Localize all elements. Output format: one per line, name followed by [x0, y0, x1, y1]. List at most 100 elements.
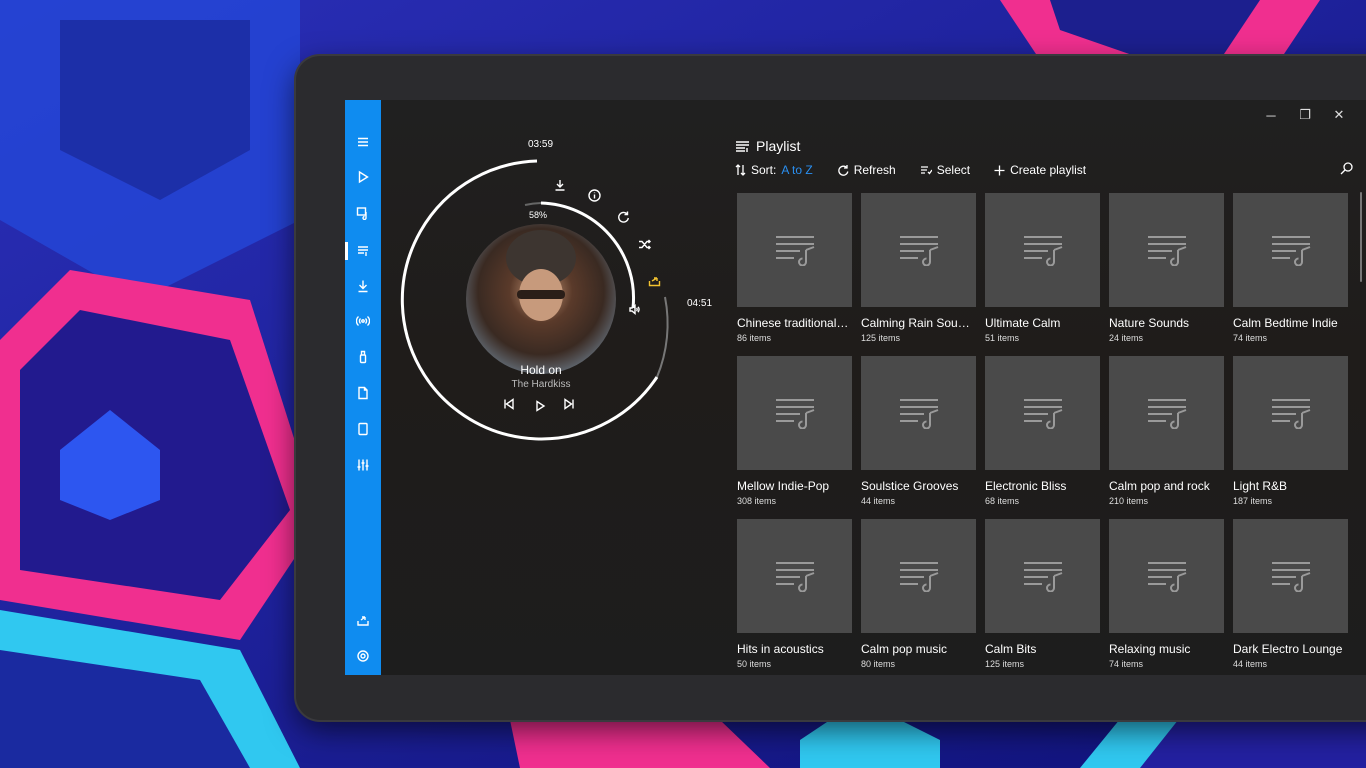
- playlist-name: Nature Sounds: [1109, 316, 1190, 330]
- shuffle-icon[interactable]: [636, 236, 652, 252]
- playlist-tile[interactable]: Calm Bedtime Indie 74 items: [1233, 193, 1348, 356]
- playlist-cover: [1233, 519, 1348, 633]
- playlist-name: Calming Rain Sound...: [861, 316, 973, 330]
- select-icon: [920, 166, 932, 175]
- playlist-tile[interactable]: Soulstice Grooves 44 items: [861, 356, 976, 519]
- playlist-count: 74 items: [1109, 659, 1144, 669]
- refresh-button[interactable]: Refresh: [837, 163, 896, 177]
- create-playlist-button[interactable]: Create playlist: [994, 163, 1086, 177]
- tablet-icon[interactable]: [345, 417, 381, 441]
- playlist-icon[interactable]: [345, 239, 381, 263]
- info-icon[interactable]: [586, 187, 602, 203]
- usb-icon[interactable]: [345, 345, 381, 369]
- playlist-music-icon: [775, 236, 814, 266]
- playlist-music-icon: [899, 236, 938, 266]
- elapsed-time: 03:59: [528, 139, 554, 150]
- page-title: Playlist: [756, 138, 801, 154]
- sort-label: Sort:: [751, 163, 777, 177]
- playlist-cover: [1233, 356, 1348, 470]
- playlist-name: Calm pop and rock: [1109, 479, 1210, 493]
- playlist-count: 44 items: [861, 496, 896, 506]
- volume-percent: 58%: [529, 210, 548, 220]
- playlist-tile[interactable]: Electronic Bliss 68 items: [985, 356, 1100, 519]
- playlist-music-icon: [775, 399, 814, 429]
- playlist-cover: [861, 356, 976, 470]
- playlist-cover: [737, 519, 852, 633]
- playlist-count: 210 items: [1109, 496, 1149, 506]
- settings-icon[interactable]: [345, 644, 381, 668]
- playlist-count: 187 items: [1233, 496, 1273, 506]
- sort-button[interactable]: Sort: A to Z: [735, 163, 813, 177]
- playlist-music-icon: [1147, 399, 1186, 429]
- window-controls: ─ ❐ ✕: [1254, 104, 1356, 126]
- playlist-tile[interactable]: Relaxing music 74 items: [1109, 519, 1224, 675]
- plus-icon: [994, 165, 1005, 175]
- search-button[interactable]: [1340, 162, 1353, 180]
- playlist-cover: [1109, 519, 1224, 633]
- playlist-name: Calm pop music: [861, 642, 948, 656]
- playlist-panel: Playlist Sort: A to Z Refresh Select Cre…: [735, 136, 1355, 669]
- playlist-name: Hits in acoustics: [737, 642, 824, 656]
- file-icon[interactable]: [345, 381, 381, 405]
- playlist-music-icon: [1023, 399, 1062, 429]
- playlist-music-icon: [1147, 562, 1186, 592]
- restore-button[interactable]: ❐: [1288, 104, 1322, 126]
- playlist-name: Mellow Indie-Pop: [737, 479, 830, 493]
- playlist-music-icon: [899, 562, 938, 592]
- music-library-icon[interactable]: [345, 201, 381, 225]
- playlist-toolbar: Sort: A to Z Refresh Select Create playl…: [735, 163, 1110, 177]
- refresh-icon: [837, 165, 849, 176]
- download-icon[interactable]: [552, 177, 568, 193]
- playlist-tile[interactable]: Calm pop and rock 210 items: [1109, 356, 1224, 519]
- playlist-tile[interactable]: Mellow Indie-Pop 308 items: [737, 356, 852, 519]
- select-button[interactable]: Select: [920, 163, 970, 177]
- share-icon[interactable]: [345, 608, 381, 632]
- scrollbar[interactable]: [1360, 192, 1362, 282]
- playlist-count: 308 items: [737, 496, 777, 506]
- playlist-tile[interactable]: Calm Bits 125 items: [985, 519, 1100, 675]
- playlist-tile[interactable]: Calm pop music 80 items: [861, 519, 976, 675]
- playlist-tile[interactable]: Dark Electro Lounge 44 items: [1233, 519, 1348, 675]
- play-icon[interactable]: [345, 165, 381, 189]
- playlist-music-icon: [1147, 236, 1186, 266]
- share-icon[interactable]: [646, 272, 662, 288]
- playlist-count: 80 items: [861, 659, 896, 669]
- playlist-cover: [985, 356, 1100, 470]
- playlist-tile[interactable]: Nature Sounds 24 items: [1109, 193, 1224, 356]
- track-artist: The Hardkiss: [511, 379, 571, 390]
- playlist-name: Calm Bedtime Indie: [1233, 316, 1338, 330]
- playlist-cover: [861, 519, 976, 633]
- equalizer-icon[interactable]: [345, 453, 381, 477]
- playlist-music-icon: [1271, 399, 1310, 429]
- playlist-tile[interactable]: Chinese traditional ... 86 items: [737, 193, 852, 356]
- repeat-icon[interactable]: [615, 208, 631, 224]
- playlist-tile[interactable]: Hits in acoustics 50 items: [737, 519, 852, 675]
- playlist-count: 24 items: [1109, 333, 1144, 343]
- app-window: ─ ❐ ✕ 03:59 04:51 58% Hold on The Hardki…: [345, 100, 1366, 675]
- playlist-music-icon: [775, 562, 814, 592]
- playlist-name: Light R&B: [1233, 479, 1288, 493]
- track-title: Hold on: [520, 363, 562, 377]
- select-label: Select: [936, 163, 971, 177]
- previous-track-button[interactable]: [501, 396, 517, 412]
- playlist-name: Chinese traditional ...: [737, 316, 849, 330]
- playlist-cover: [1109, 356, 1224, 470]
- close-button[interactable]: ✕: [1322, 104, 1356, 126]
- radio-icon[interactable]: [345, 309, 381, 333]
- play-button[interactable]: [532, 398, 548, 414]
- playlist-music-icon: [1023, 562, 1062, 592]
- playlist-tile[interactable]: Calming Rain Sound... 125 items: [861, 193, 976, 356]
- playlist-tile[interactable]: Ultimate Calm 51 items: [985, 193, 1100, 356]
- playlist-music-icon: [1023, 236, 1062, 266]
- volume-icon[interactable]: [627, 302, 641, 316]
- playlist-cover: [1233, 193, 1348, 307]
- sort-icon: [735, 164, 746, 176]
- playlist-cover: [985, 519, 1100, 633]
- hamburger-icon[interactable]: [345, 130, 381, 154]
- minimize-button[interactable]: ─: [1254, 104, 1288, 126]
- playlist-count: 51 items: [985, 333, 1020, 343]
- download-icon[interactable]: [345, 274, 381, 298]
- next-track-button[interactable]: [561, 396, 577, 412]
- playlist-tile[interactable]: Light R&B 187 items: [1233, 356, 1348, 519]
- playlist-cover: [737, 356, 852, 470]
